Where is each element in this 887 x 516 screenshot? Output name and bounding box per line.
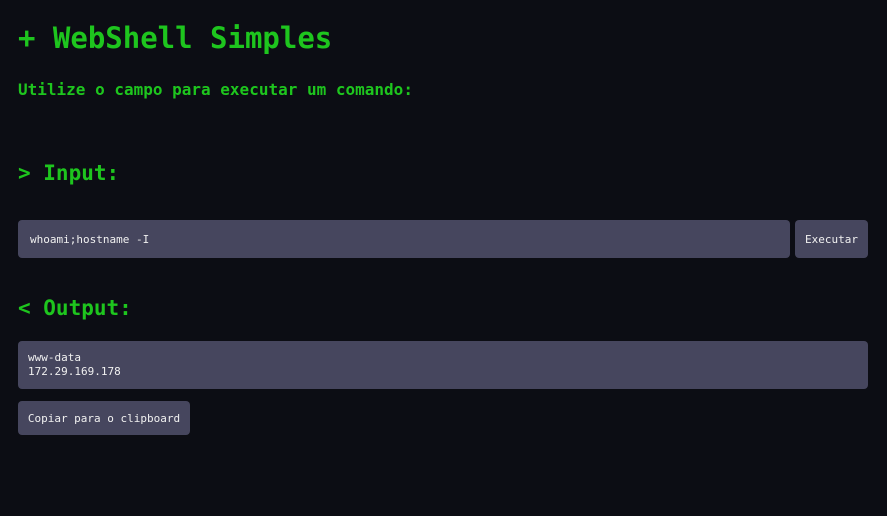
execute-button[interactable]: Executar (795, 220, 868, 258)
page-subtitle: Utilize o campo para executar um comando… (18, 80, 413, 99)
page-title: + WebShell Simples (18, 21, 333, 55)
copy-to-clipboard-button[interactable]: Copiar para o clipboard (18, 401, 190, 435)
command-input[interactable] (18, 220, 790, 258)
output-line: www-data (28, 351, 81, 364)
output-heading: < Output: (18, 296, 132, 320)
input-heading: > Input: (18, 161, 120, 185)
output-box: www-data 172.29.169.178 (18, 341, 868, 389)
output-line: 172.29.169.178 (28, 365, 121, 378)
